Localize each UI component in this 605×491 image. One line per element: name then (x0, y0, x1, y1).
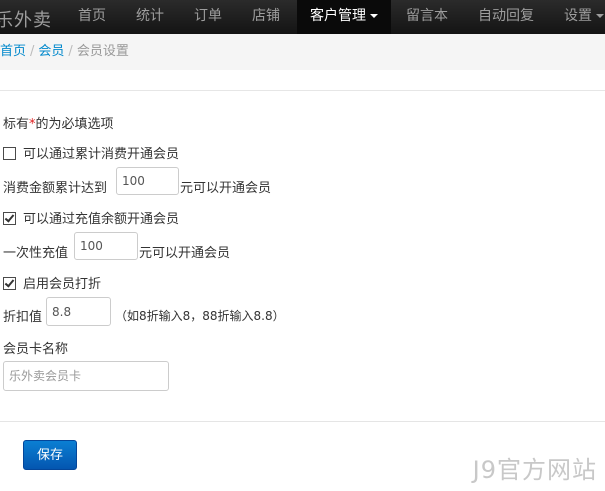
required-note-prefix: 标有 (3, 117, 30, 132)
cumulative-prefix-label: 消费金额累计达到 (3, 181, 108, 196)
panel-border (0, 90, 605, 91)
nav-item-customer-management-label: 客户管理 (310, 8, 366, 24)
required-note-suffix: 的为必填选项 (35, 117, 114, 132)
check-icon (4, 212, 15, 223)
recharge-prefix-label: 一次性充值 (3, 246, 69, 261)
cumulative-suffix-label: 元可以开通会员 (180, 181, 272, 196)
recharge-checkbox-label[interactable]: 可以通过充值余额开通会员 (23, 212, 179, 227)
check-icon (4, 277, 15, 288)
nav-item-home[interactable]: 首页 (78, 0, 106, 34)
discount-checkbox-label[interactable]: 启用会员打折 (23, 277, 101, 292)
option-cumulative-row[interactable]: 可以通过累计消费开通会员 (3, 143, 179, 162)
breadcrumb: 首页 / 会员 / 会员设置 (0, 34, 605, 70)
brand-logo-text[interactable]: 乐外卖 (0, 6, 52, 32)
nav-item-customer-management[interactable]: 客户管理 (297, 0, 391, 34)
cumulative-checkbox-label[interactable]: 可以通过累计消费开通会员 (23, 147, 179, 162)
nav-item-shop[interactable]: 店铺 (252, 0, 280, 34)
nav-item-settings-label: 设置 (564, 8, 592, 24)
nav-item-stats[interactable]: 统计 (136, 0, 164, 34)
option-discount-row[interactable]: 启用会员打折 (3, 273, 101, 292)
recharge-amount-input[interactable] (74, 232, 138, 260)
breadcrumb-members-link[interactable]: 会员 (38, 44, 64, 59)
watermark: J9官方网站 (472, 456, 597, 484)
form-divider (0, 421, 605, 422)
required-note: 标有*的为必填选项 (3, 113, 114, 132)
recharge-suffix-label: 元可以开通会员 (139, 246, 231, 261)
breadcrumb-current: 会员设置 (76, 44, 129, 59)
nav-item-guestbook[interactable]: 留言本 (406, 0, 448, 34)
discount-checkbox[interactable] (3, 277, 16, 290)
nav-item-orders[interactable]: 订单 (194, 0, 222, 34)
option-recharge-row[interactable]: 可以通过充值余额开通会员 (3, 208, 179, 227)
discount-hint: （如8折输入8，88折输入8.8） (115, 309, 285, 323)
cumulative-amount-input[interactable] (116, 167, 179, 195)
discount-prefix-label: 折扣值 (3, 310, 43, 325)
breadcrumb-separator: / (30, 44, 35, 59)
cumulative-checkbox[interactable] (3, 147, 16, 160)
top-navbar: 乐外卖 首页 统计 订单 店铺 客户管理 留言本 自动回复 设置 (0, 0, 605, 35)
nav-item-settings[interactable]: 设置 (564, 0, 604, 34)
breadcrumb-home-link[interactable]: 首页 (0, 44, 26, 59)
recharge-checkbox[interactable] (3, 212, 16, 225)
nav-item-auto-reply[interactable]: 自动回复 (478, 0, 534, 34)
discount-value-input[interactable] (46, 297, 111, 326)
breadcrumb-separator: / (68, 44, 73, 59)
chevron-down-icon (370, 14, 378, 18)
card-name-input[interactable] (3, 361, 169, 391)
card-name-label: 会员卡名称 (3, 342, 69, 357)
chevron-down-icon (596, 14, 604, 18)
save-button[interactable]: 保存 (23, 440, 77, 470)
